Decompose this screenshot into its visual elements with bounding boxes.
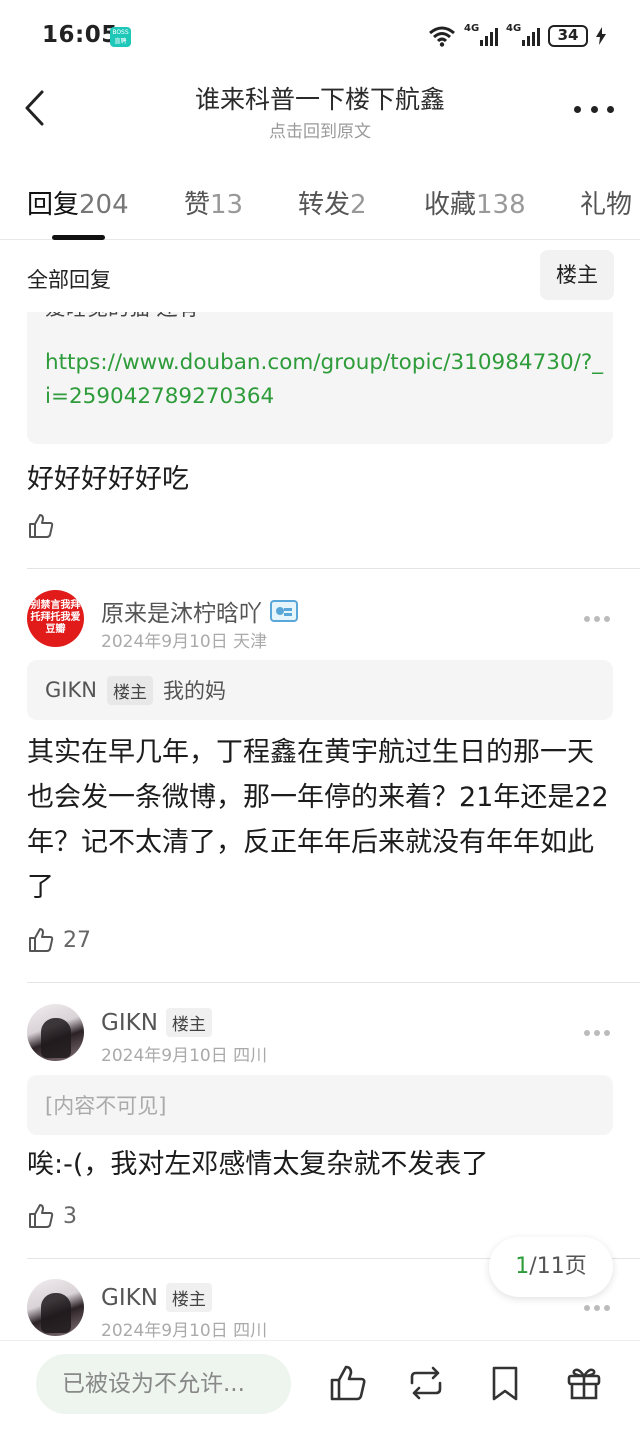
thumbs-up-icon[interactable] [328, 1363, 368, 1403]
divider [27, 568, 640, 569]
signal-2-icon: 4G [506, 23, 540, 46]
post-date-location: 2024年9月10日 四川 [101, 1046, 268, 1066]
reply-text: 好好好好好吃 [27, 464, 189, 495]
author-name[interactable]: GIKN [101, 1010, 158, 1036]
quoted-reply[interactable]: 爱睡觉的猫 还有 https://www.douban.com/group/to… [27, 312, 613, 444]
page-indicator[interactable]: 1/11页 [489, 1237, 613, 1297]
reply-text: 其实在早几年，丁程鑫在黄宇航过生日的那一天也会发一条微博，那一年停的来着？21年… [27, 737, 609, 903]
all-replies-label[interactable]: 全部回复 [27, 264, 111, 294]
repost-icon[interactable] [406, 1363, 446, 1403]
boss-app-icon: BOSS 直聘 [110, 27, 131, 47]
battery-icon: 34 [548, 25, 588, 47]
reply-tabs: 回复204 赞13 转发2 收藏138 礼物 [0, 170, 640, 240]
owner-badge: 楼主 [165, 1283, 212, 1312]
bookmark-icon[interactable] [485, 1363, 525, 1403]
tab-collections[interactable]: 收藏138 [424, 184, 526, 221]
signal-1-icon: 4G [464, 23, 498, 46]
quoted-text: 我的妈 [162, 679, 226, 703]
like-button[interactable]: 3 [27, 1202, 77, 1230]
owner-only-button[interactable]: 楼主 [540, 250, 614, 300]
divider [27, 982, 640, 983]
tab-gifts[interactable]: 礼物 [580, 184, 640, 221]
back-to-original-link[interactable]: 点击回到原文 [0, 117, 640, 142]
quoted-text: [内容不可见] [45, 1094, 167, 1118]
avatar[interactable] [27, 1004, 84, 1061]
like-count: 3 [63, 1203, 77, 1229]
author-row: GIKN 楼主 [101, 1283, 212, 1312]
like-button[interactable]: 27 [27, 926, 91, 954]
like-button[interactable] [27, 512, 55, 540]
author-name[interactable]: GIKN [101, 1285, 158, 1311]
author-name[interactable]: 原来是沐柠晗吖 [101, 594, 262, 628]
thumbs-up-icon [29, 1204, 54, 1228]
tab-replies[interactable]: 回复204 [27, 184, 129, 221]
owner-badge: 楼主 [165, 1008, 212, 1037]
current-page: 1 [515, 1254, 530, 1279]
avatar[interactable]: 别禁言我拜托拜托我爱豆瓣 [27, 590, 84, 647]
tab-reposts[interactable]: 转发2 [298, 184, 367, 221]
status-icons: 4G 4G 34 [428, 22, 606, 50]
quoted-reply[interactable]: [内容不可见] [27, 1075, 613, 1135]
post-date-location: 2024年9月10日 天津 [101, 632, 268, 652]
author-row: GIKN 楼主 [101, 1008, 212, 1037]
status-bar: 16:05 BOSS 直聘 4G 4G 34 [0, 0, 640, 72]
reply-more-icon[interactable] [584, 1305, 610, 1311]
reply-text: 唉:-(，我对左邓感情太复杂就不发表了 [27, 1149, 489, 1180]
thumbs-up-icon [29, 514, 54, 538]
author-row: 原来是沐柠晗吖 [101, 594, 298, 628]
reply-input[interactable]: 已被设为不允许... [36, 1354, 291, 1414]
gift-icon[interactable] [564, 1363, 604, 1403]
reply-list: 爱睡觉的猫 还有 https://www.douban.com/group/to… [0, 312, 640, 1340]
quoted-reply[interactable]: GIKN 楼主 我的妈 [27, 660, 613, 720]
total-pages: /11页 [529, 1254, 587, 1279]
filter-row: 全部回复 楼主 [0, 240, 640, 312]
wifi-icon [429, 26, 455, 47]
like-count: 27 [63, 927, 91, 953]
avatar[interactable] [27, 1279, 84, 1336]
topic-title[interactable]: 谁来科普一下楼下航鑫 [0, 80, 640, 116]
charging-icon [596, 27, 606, 45]
tab-likes[interactable]: 赞13 [184, 184, 243, 221]
quoted-author: GIKN [45, 678, 97, 702]
status-time: 16:05 [42, 22, 118, 48]
owner-badge: 楼主 [106, 675, 153, 705]
thumbs-up-icon [29, 928, 54, 952]
bottom-action-bar: 已被设为不允许... [0, 1340, 640, 1429]
quoted-text: 爱睡觉的猫 还有 [45, 312, 199, 322]
quoted-link[interactable]: https://www.douban.com/group/topic/31098… [45, 346, 605, 414]
more-options-icon[interactable] [574, 102, 614, 116]
reply-more-icon[interactable] [584, 616, 610, 622]
post-date-location: 2024年9月10日 四川 [101, 1321, 268, 1340]
topic-header: 谁来科普一下楼下航鑫 点击回到原文 [0, 72, 640, 152]
verified-id-icon [270, 600, 298, 622]
reply-more-icon[interactable] [584, 1030, 610, 1036]
